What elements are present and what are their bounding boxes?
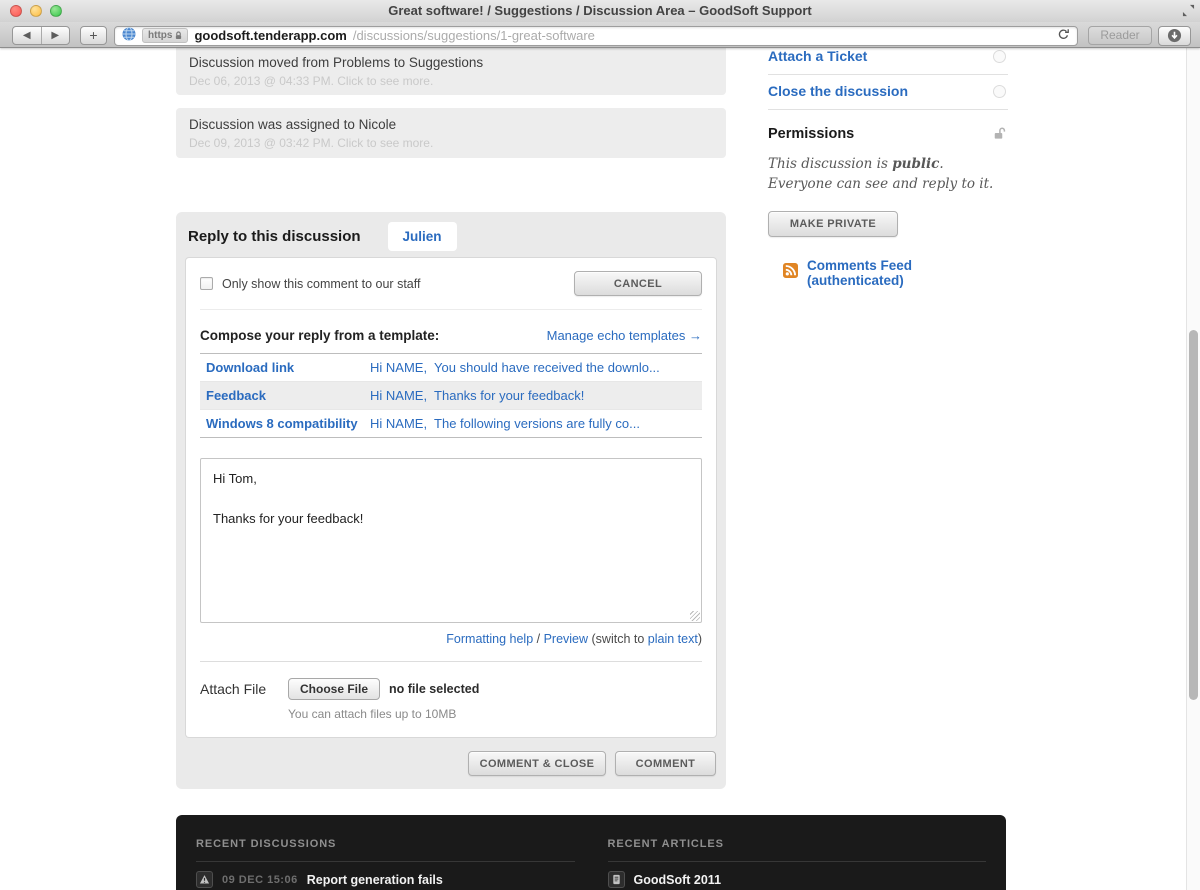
staff-only-label: Only show this comment to our staff (222, 276, 421, 291)
no-file-selected-text: no file selected (389, 682, 480, 696)
browser-toolbar: ◀ ▶ + https goodsoft.tenderapp.com /disc… (0, 22, 1200, 48)
template-list: Download link Hi NAME, You should have r… (200, 353, 702, 438)
fullscreen-icon[interactable] (1182, 4, 1195, 22)
permissions-title: Permissions (768, 126, 855, 142)
recent-article-item[interactable]: GoodSoft 2011 (607, 871, 987, 890)
radio-circle-icon[interactable] (993, 49, 1006, 63)
reply-form: Only show this comment to our staff CANC… (186, 258, 716, 737)
recent-articles-title: RECENT ARTICLES (607, 838, 724, 850)
recent-discussions-title: RECENT DISCUSSIONS (196, 838, 337, 850)
discussion-event[interactable]: Discussion was assigned to Nicole Dec 09… (176, 108, 726, 158)
forward-button[interactable]: ▶ (42, 27, 70, 44)
template-row[interactable]: Feedback Hi NAME, Thanks for your feedba… (200, 381, 702, 409)
attach-file-label: Attach File (200, 681, 267, 697)
download-icon (1167, 28, 1182, 43)
alert-icon (196, 871, 213, 888)
template-preview: Hi NAME, Thanks for your feedback! (370, 388, 585, 403)
close-window-button[interactable] (10, 5, 22, 17)
site-favicon-globe-icon (122, 27, 136, 44)
template-preview: Hi NAME, You should have received the do… (370, 360, 660, 375)
make-private-button[interactable]: MAKE PRIVATE (768, 210, 898, 237)
sidebar: Attach a Ticket Close the discussion Per… (768, 48, 1008, 288)
main-column: Discussion moved from Problems to Sugges… (176, 48, 726, 789)
discussion-title: Report generation fails (306, 872, 443, 887)
template-heading: Compose your reply from a template: (200, 328, 440, 343)
manage-echo-templates-link[interactable]: Manage echo templates → (547, 328, 702, 343)
preview-link[interactable]: Preview (544, 632, 588, 646)
url-path: /discussions/suggestions/1-great-softwar… (352, 28, 595, 43)
close-discussion-link[interactable]: Close the discussion (768, 83, 908, 99)
formatting-separator: / (533, 632, 544, 646)
sidebar-item-attach-ticket[interactable]: Attach a Ticket (768, 48, 1008, 75)
template-preview: Hi NAME, The following versions are full… (370, 416, 640, 431)
reply-textarea[interactable]: Hi Tom, Thanks for your feedback! (200, 458, 702, 623)
event-title: Discussion moved from Problems to Sugges… (189, 55, 484, 70)
template-row[interactable]: Windows 8 compatibility Hi NAME, The fol… (200, 409, 702, 437)
author-tab-julien[interactable]: Julien (387, 221, 457, 251)
reader-button[interactable]: Reader (1088, 26, 1152, 45)
new-tab-button[interactable]: + (80, 26, 107, 45)
template-name[interactable]: Windows 8 compatibility (206, 416, 370, 431)
formatting-help-link[interactable]: Formatting help (446, 632, 533, 646)
back-button[interactable]: ◀ (13, 27, 42, 44)
attach-hint: You can attach files up to 10MB (288, 707, 457, 721)
comments-feed-link[interactable]: Comments Feed (authenticated) (807, 258, 1008, 288)
comments-feed-row[interactable]: Comments Feed (authenticated) (783, 258, 1008, 288)
reload-icon[interactable] (1057, 28, 1070, 44)
downloads-button[interactable] (1158, 25, 1191, 46)
url-host: goodsoft.tenderapp.com (194, 28, 347, 43)
choose-file-button[interactable]: Choose File (288, 678, 381, 700)
template-row[interactable]: Download link Hi NAME, You should have r… (200, 354, 702, 381)
page-scrollbar[interactable] (1186, 48, 1200, 890)
event-meta: Dec 09, 2013 @ 03:42 PM. Click to see mo… (189, 136, 434, 150)
permissions-description: This discussion is public. Everyone can … (768, 154, 1000, 195)
padlock-icon (176, 31, 182, 39)
comment-and-close-button[interactable]: COMMENT & CLOSE (468, 751, 606, 776)
comment-button[interactable]: COMMENT (615, 751, 716, 776)
recent-discussion-item[interactable]: 09 DEC 15:06 Report generation fails (196, 871, 575, 890)
zoom-window-button[interactable] (50, 5, 62, 17)
staff-only-checkbox[interactable] (200, 277, 213, 290)
switch-text: (switch to (588, 632, 648, 646)
template-name[interactable]: Download link (206, 360, 370, 375)
https-label: https (148, 30, 173, 41)
cancel-button[interactable]: CANCEL (574, 271, 702, 296)
address-bar[interactable]: https goodsoft.tenderapp.com /discussion… (114, 25, 1078, 46)
document-icon (607, 871, 625, 888)
resize-grip-icon[interactable] (690, 611, 700, 621)
rss-icon (783, 262, 798, 283)
reply-panel: Reply to this discussion Julien Only sho… (176, 212, 726, 789)
plain-text-link[interactable]: plain text (648, 632, 698, 646)
window-titlebar: Great software! / Suggestions / Discussi… (0, 0, 1200, 22)
discussion-event[interactable]: Discussion moved from Problems to Sugges… (176, 48, 726, 95)
scrollbar-thumb[interactable] (1189, 330, 1198, 700)
https-badge: https (142, 28, 189, 43)
window-title: Great software! / Suggestions / Discussi… (388, 3, 812, 18)
event-title: Discussion was assigned to Nicole (189, 117, 397, 132)
page-footer: RECENT DISCUSSIONS 09 DEC 15:06 Report g… (176, 815, 1006, 890)
discussion-timestamp: 09 DEC 15:06 (222, 873, 298, 886)
unlocked-padlock-icon (991, 126, 1006, 146)
attach-ticket-link[interactable]: Attach a Ticket (768, 48, 867, 64)
recent-articles-column: RECENT ARTICLES GoodSoft 2011 (607, 838, 987, 890)
page-viewport: Discussion moved from Problems to Sugges… (0, 48, 1200, 890)
sidebar-item-close-discussion[interactable]: Close the discussion (768, 75, 1008, 110)
switch-text-end: ) (697, 632, 702, 646)
permissions-text-bold: public (892, 156, 940, 172)
radio-circle-icon[interactable] (993, 84, 1006, 98)
reply-panel-title: Reply to this discussion (188, 227, 361, 245)
article-title: GoodSoft 2011 (633, 872, 722, 887)
event-meta: Dec 06, 2013 @ 04:33 PM. Click to see mo… (189, 74, 434, 88)
permissions-text-pre: This discussion is (768, 156, 893, 172)
recent-discussions-column: RECENT DISCUSSIONS 09 DEC 15:06 Report g… (196, 838, 575, 890)
template-name[interactable]: Feedback (206, 388, 370, 403)
minimize-window-button[interactable] (30, 5, 42, 17)
